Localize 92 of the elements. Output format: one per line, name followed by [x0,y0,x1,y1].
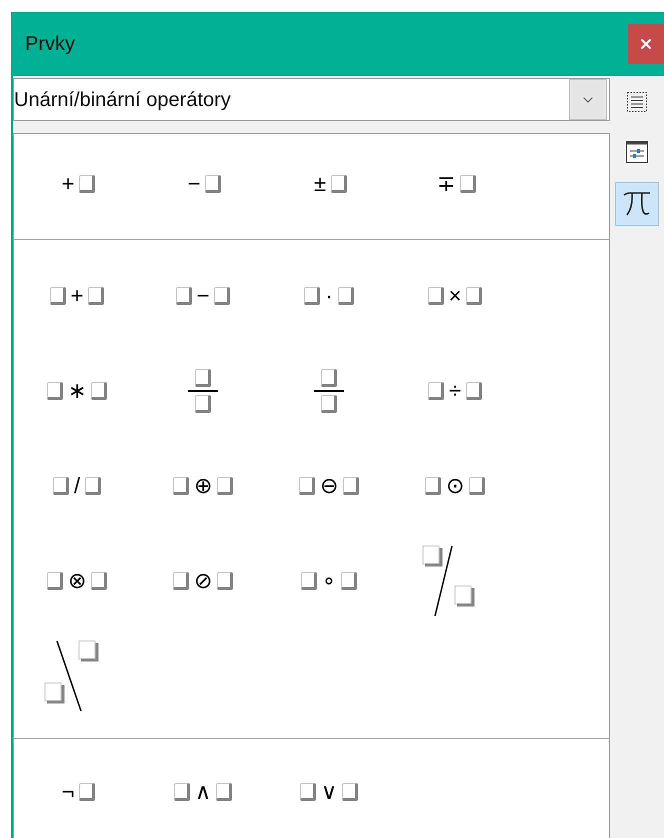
operator-symbol: ⊘ [193,570,213,592]
placeholder-icon [217,476,233,494]
placeholder-icon [195,394,211,412]
placeholder-icon [79,782,96,800]
placeholder-icon [341,572,357,590]
operator-symbol: ¬ [60,780,76,802]
placeholder-icon [217,572,233,590]
element-button[interactable]: ⊕ [173,474,233,496]
placeholder-icon [52,476,69,494]
operator-symbol: ∗ [67,380,87,402]
placeholder-icon [91,572,107,590]
placeholder-icon [469,476,485,494]
element-button[interactable]: / [52,474,102,496]
operator-symbol: ⊕ [193,474,213,496]
placeholder-icon [428,382,444,400]
element-button[interactable]: − [184,172,222,194]
placeholder-icon [343,476,359,494]
operator-symbol: ± [312,172,328,194]
placeholder-icon [299,476,315,494]
element-button[interactable]: ∓ [434,172,476,194]
placeholder-icon [173,476,189,494]
placeholder-icon [79,174,96,192]
fraction-line [314,390,344,392]
operator-symbol: + [60,172,76,194]
placeholder-icon [331,174,348,192]
placeholder-icon [425,476,441,494]
placeholder-icon [91,382,107,400]
element-button[interactable]: − [176,284,230,306]
operator-symbol: ∓ [436,172,456,194]
element-button[interactable] [188,368,218,412]
sidebar-tab[interactable] [615,182,659,226]
operator-symbol: ÷ [448,380,462,402]
close-icon [638,36,654,52]
placeholder-icon [195,368,211,386]
operator-symbol: ∧ [194,780,212,802]
placeholder-icon [304,286,320,304]
placeholder-icon [321,394,337,412]
operator-symbol: ⊙ [445,474,465,496]
operator-symbol: ∘ [321,570,337,592]
panel-title: Prvky [25,32,75,57]
placeholder-icon [216,782,232,800]
element-button[interactable]: · [304,284,354,306]
placeholder-icon [460,174,476,192]
placeholder-icon [428,286,444,304]
list-icon [626,91,648,113]
element-button[interactable]: ⊗ [47,570,107,592]
operator-symbol: / [72,474,82,496]
element-button[interactable]: ∨ [300,780,358,802]
element-button[interactable]: ÷ [428,380,482,402]
placeholder-icon [466,286,482,304]
element-button[interactable]: + [58,172,96,194]
placeholder-icon [85,476,102,494]
placeholder-icon [47,382,63,400]
placeholder-icon [47,572,63,590]
placeholder-icon [321,368,337,386]
element-button[interactable]: + [50,284,104,306]
placeholder-icon [342,782,358,800]
element-button[interactable]: ± [310,172,348,194]
placeholder-icon [176,286,192,304]
element-button[interactable]: ⊙ [425,474,485,496]
element-button[interactable]: ∘ [301,570,357,592]
element-button[interactable] [314,368,344,412]
category-dropdown[interactable]: Unární/binární operátory [13,78,610,121]
close-button[interactable] [628,24,664,64]
operator-symbol: ∨ [320,780,338,802]
placeholder-icon [50,286,66,304]
operator-symbol: × [448,284,462,306]
dropdown-toggle[interactable] [569,79,607,120]
placeholder-icon [466,382,482,400]
operator-symbol: · [324,284,334,306]
operator-symbol: − [196,284,210,306]
dropdown-value: Unární/binární operátory [14,88,232,112]
properties-icon [625,140,649,164]
placeholder-icon [301,572,317,590]
placeholder-icon [214,286,230,304]
operator-symbol: + [70,284,84,306]
placeholder-icon [88,286,104,304]
element-button[interactable]: ⊘ [173,570,233,592]
element-button[interactable]: ¬ [58,780,96,802]
operator-symbol: − [186,172,202,194]
operator-symbol: ⊖ [319,474,339,496]
placeholder-icon [300,782,316,800]
element-button[interactable]: ⊖ [299,474,359,496]
fraction-line [188,390,218,392]
operator-symbol: ⊗ [67,570,87,592]
placeholder-icon [174,782,190,800]
placeholder-icon [205,174,222,192]
element-button[interactable]: ∗ [47,380,107,402]
element-button[interactable]: ∧ [174,780,232,802]
placeholder-icon [173,572,189,590]
placeholder-icon [338,286,354,304]
element-button[interactable]: × [428,284,482,306]
